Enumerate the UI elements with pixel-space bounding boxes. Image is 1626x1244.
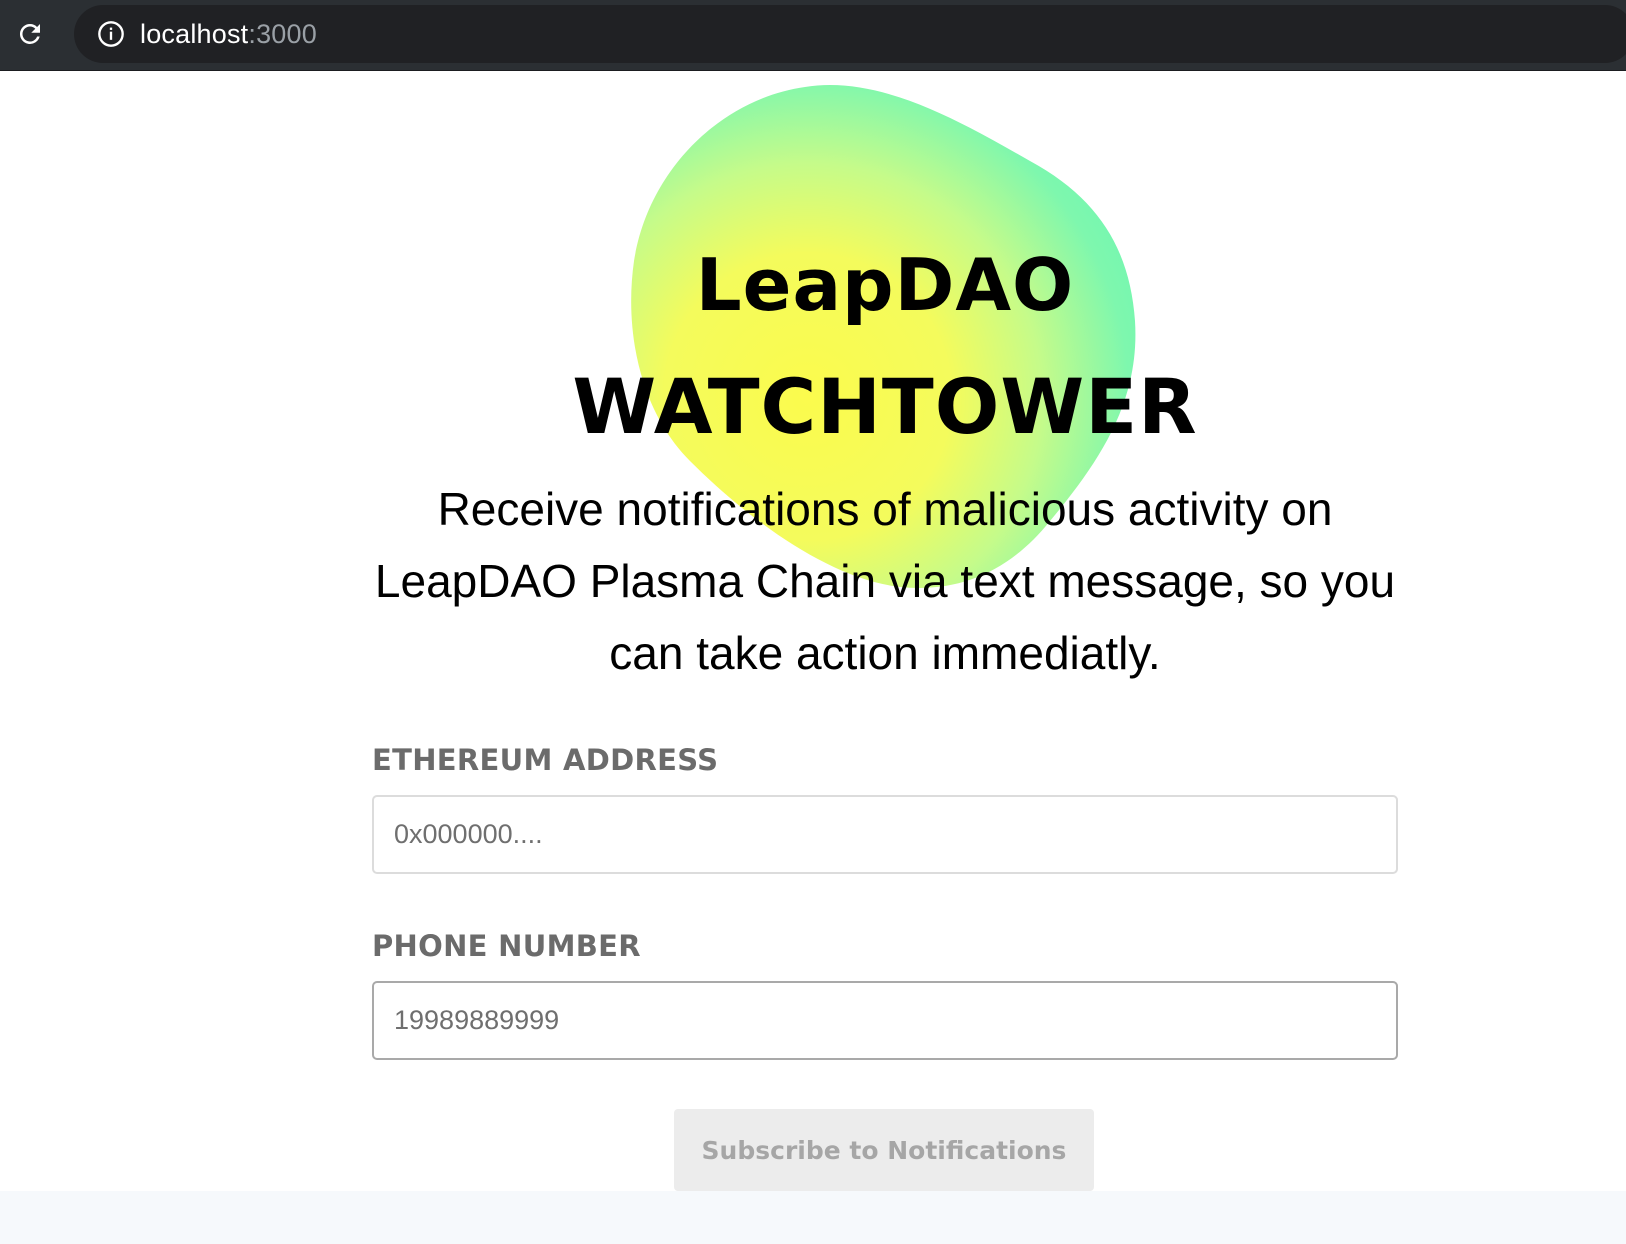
page-subtitle: WATCHTOWER (572, 362, 1198, 451)
page-content: LeapDAO WATCHTOWER Receive notifications… (0, 71, 1626, 1244)
url-port: :3000 (248, 18, 317, 49)
subscribe-button[interactable]: Subscribe to Notifications (674, 1109, 1094, 1191)
page-title: LeapDAO (695, 243, 1075, 327)
reload-button[interactable] (12, 16, 48, 52)
phone-number-input[interactable] (372, 981, 1398, 1060)
hero-description: Receive notifications of malicious activ… (374, 483, 1396, 679)
ethereum-address-label: ETHEREUM ADDRESS (372, 743, 719, 777)
url-text[interactable]: localhost:3000 (140, 19, 317, 50)
info-icon[interactable] (96, 19, 126, 49)
address-bar[interactable]: localhost:3000 (74, 5, 1626, 63)
ethereum-address-input[interactable] (372, 795, 1398, 874)
footer-strip (0, 1191, 1626, 1244)
url-host: localhost (140, 18, 249, 49)
browser-toolbar: localhost:3000 (0, 0, 1626, 71)
phone-number-label: PHONE NUMBER (372, 929, 641, 963)
reload-icon (19, 23, 40, 44)
